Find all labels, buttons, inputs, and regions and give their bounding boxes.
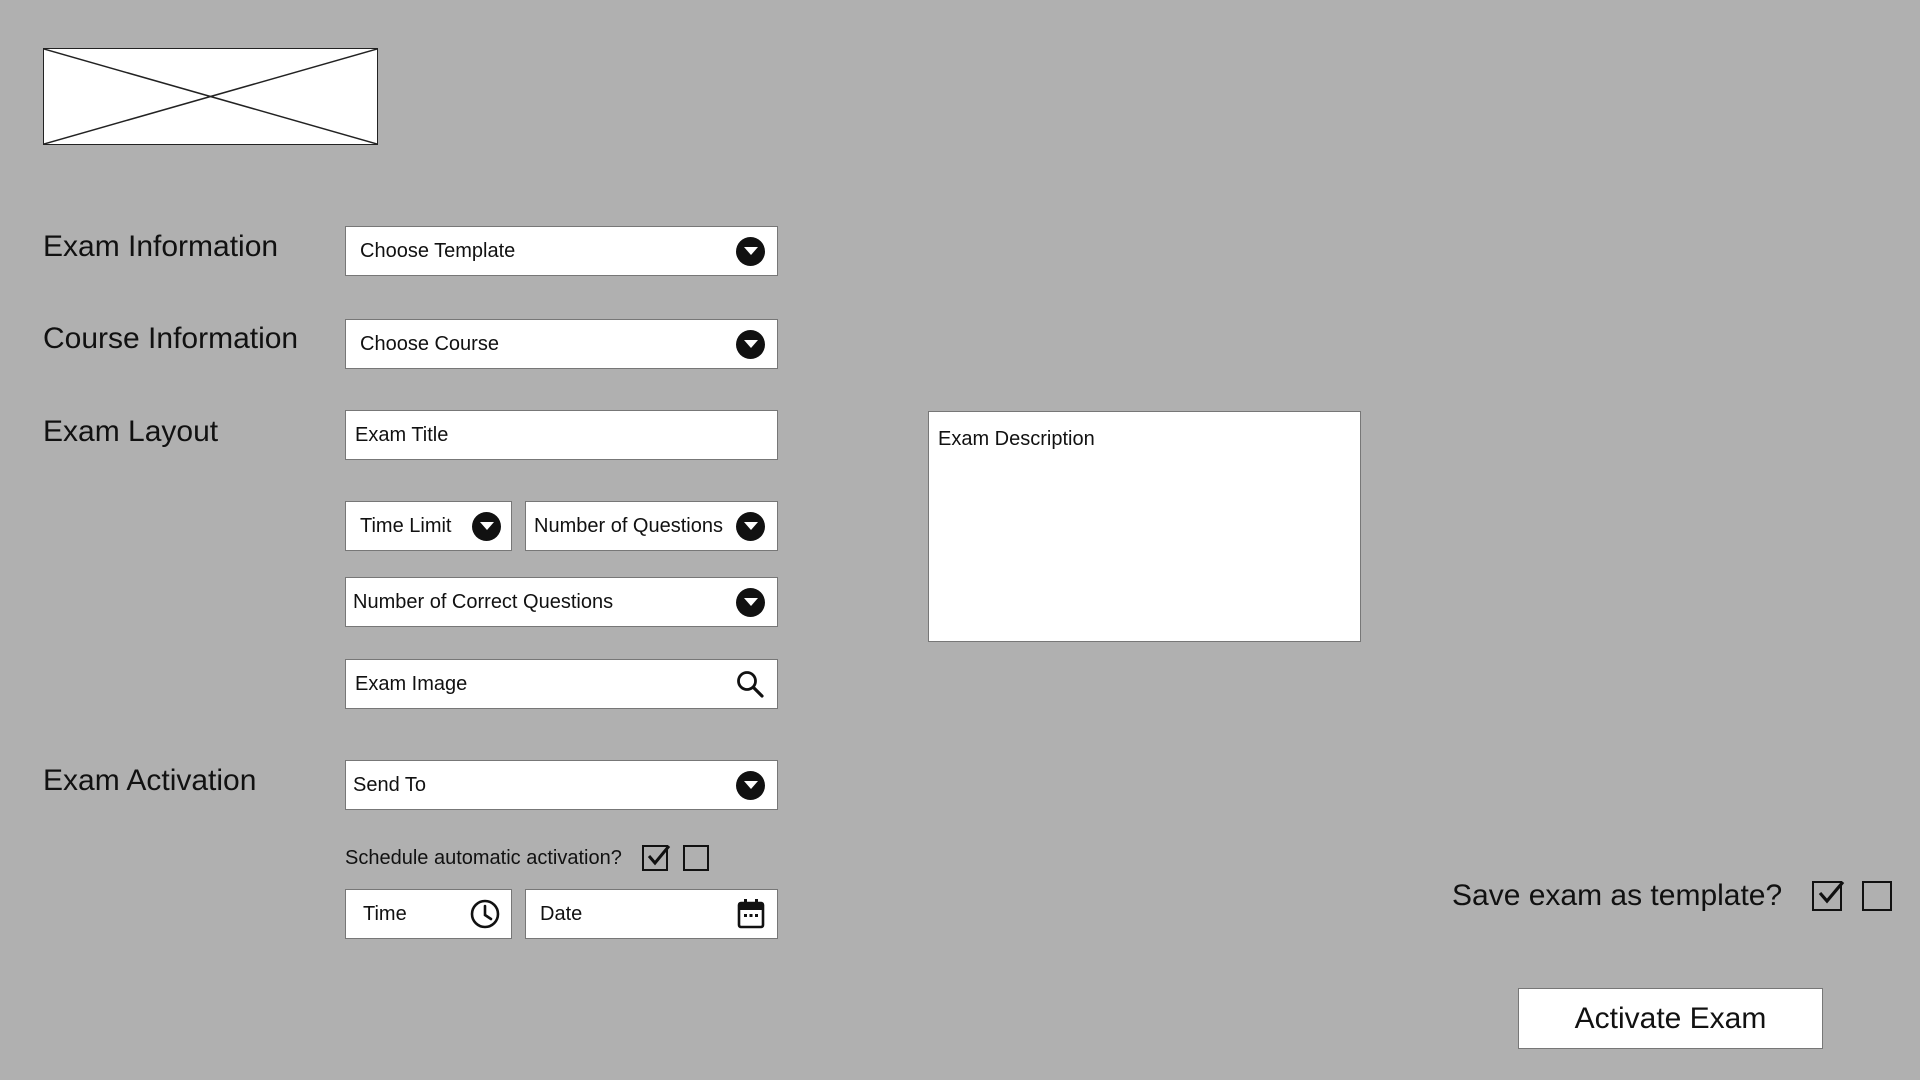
- number-of-questions-dropdown[interactable]: Number of Questions: [525, 501, 778, 551]
- checkbox-checked-icon: [647, 845, 671, 866]
- exam-title-input[interactable]: Exam Title: [345, 410, 778, 460]
- chevron-down-icon[interactable]: [736, 770, 765, 800]
- choose-template-label: Choose Template: [360, 239, 516, 262]
- time-limit-dropdown[interactable]: Time Limit: [345, 501, 512, 551]
- section-exam-information: Exam Information: [43, 230, 279, 263]
- exam-image-label: Exam Image: [355, 672, 468, 695]
- exam-image-input[interactable]: Exam Image: [345, 659, 778, 709]
- time-limit-label: Time Limit: [360, 514, 452, 537]
- save-template-yes-checkbox[interactable]: [1812, 880, 1845, 911]
- section-course-information: Course Information: [43, 322, 299, 355]
- calendar-icon[interactable]: [737, 899, 765, 929]
- search-icon[interactable]: [735, 669, 765, 699]
- checkbox-checked-icon: [1818, 880, 1845, 904]
- choose-course-label: Choose Course: [360, 332, 499, 355]
- choose-template-dropdown[interactable]: Choose Template: [345, 226, 778, 276]
- chevron-down-icon[interactable]: [736, 587, 765, 617]
- schedule-no-checkbox[interactable]: [682, 845, 709, 871]
- logo-placeholder: [43, 48, 378, 145]
- schedule-activation-row: Schedule automatic activation?: [345, 843, 709, 873]
- time-label: Time: [363, 902, 407, 925]
- exam-description-placeholder: Exam Description: [938, 428, 1095, 450]
- clock-icon[interactable]: [469, 898, 501, 930]
- save-template-question: Save exam as template?: [1452, 879, 1783, 912]
- send-to-label: Send To: [353, 773, 427, 796]
- number-of-questions-label: Number of Questions: [534, 514, 723, 537]
- number-of-correct-questions-dropdown[interactable]: Number of Correct Questions: [345, 577, 778, 627]
- date-label: Date: [540, 902, 583, 925]
- number-of-correct-questions-label: Number of Correct Questions: [353, 590, 614, 613]
- activate-exam-button[interactable]: Activate Exam: [1518, 988, 1823, 1049]
- section-exam-activation: Exam Activation: [43, 764, 257, 797]
- choose-course-dropdown[interactable]: Choose Course: [345, 319, 778, 369]
- exam-description-textarea[interactable]: Exam Description: [928, 411, 1361, 642]
- section-exam-layout: Exam Layout: [43, 415, 219, 448]
- chevron-down-icon[interactable]: [472, 511, 501, 541]
- date-input[interactable]: Date: [525, 889, 778, 939]
- chevron-down-icon[interactable]: [736, 329, 765, 359]
- schedule-yes-checkbox[interactable]: [641, 845, 671, 871]
- send-to-dropdown[interactable]: Send To: [345, 760, 778, 810]
- schedule-activation-question: Schedule automatic activation?: [345, 846, 622, 869]
- chevron-down-icon[interactable]: [736, 236, 765, 266]
- time-input[interactable]: Time: [345, 889, 512, 939]
- save-template-row: Save exam as template?: [1452, 876, 1893, 916]
- chevron-down-icon[interactable]: [736, 511, 765, 541]
- image-placeholder-icon: [44, 49, 377, 144]
- exam-setup-page: Exam Information Course Information Exam…: [0, 0, 1920, 1080]
- exam-title-placeholder: Exam Title: [355, 423, 449, 446]
- save-template-no-checkbox[interactable]: [1862, 881, 1893, 911]
